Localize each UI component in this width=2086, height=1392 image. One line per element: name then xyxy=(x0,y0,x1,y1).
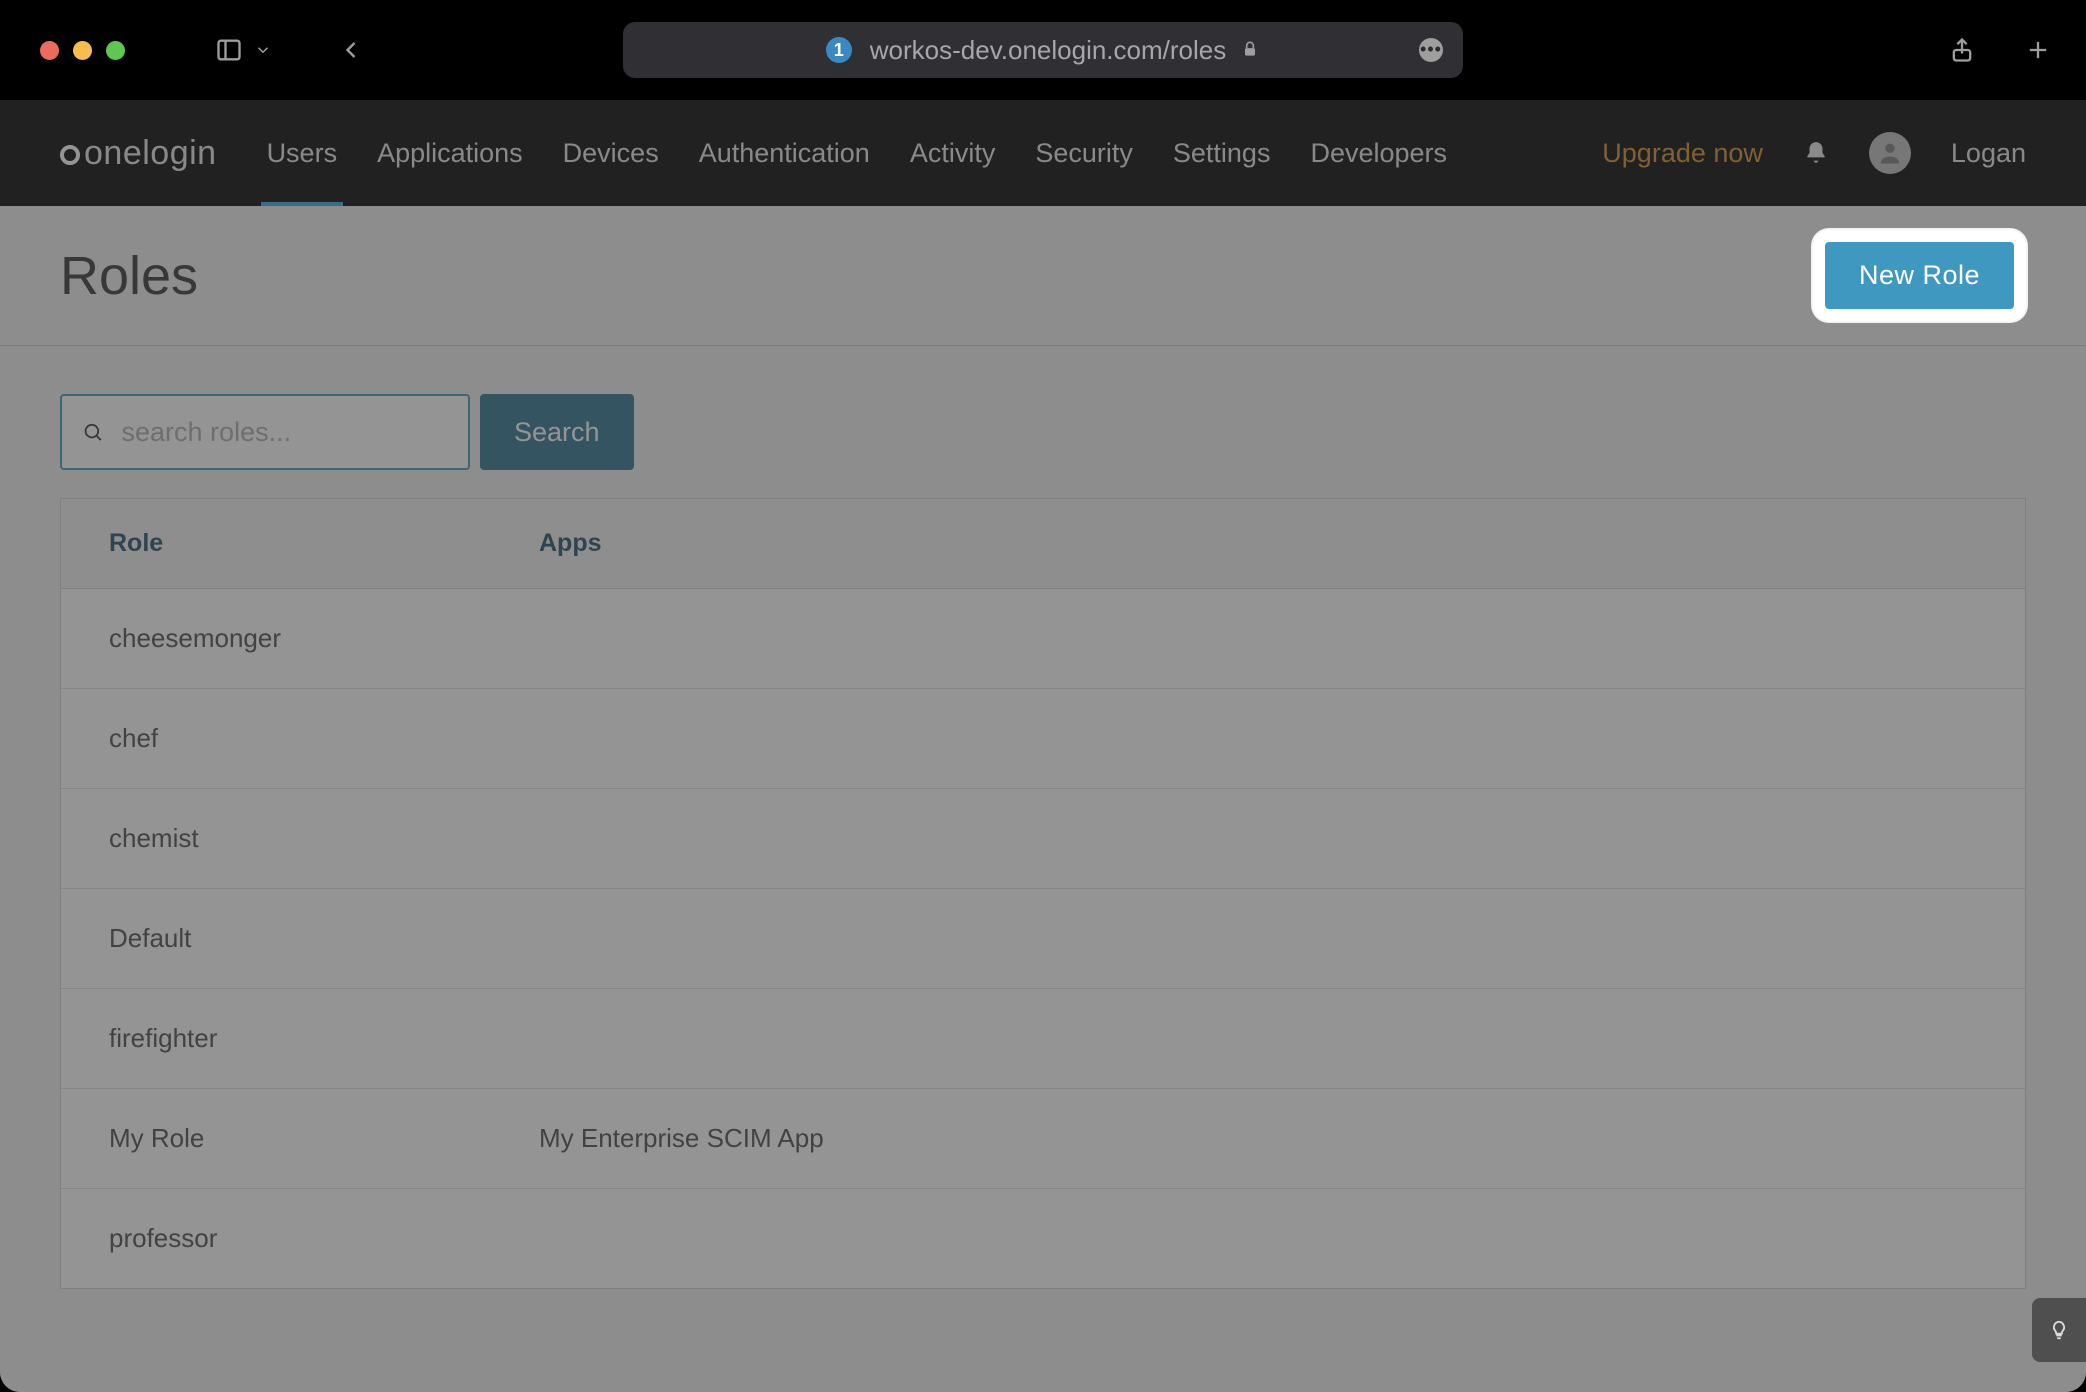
chevron-down-icon[interactable] xyxy=(253,32,273,68)
nav-item-users[interactable]: Users xyxy=(267,100,338,206)
browser-url-text: workos-dev.onelogin.com/roles xyxy=(870,35,1226,66)
notifications-button[interactable] xyxy=(1803,140,1829,166)
page-title: Roles xyxy=(60,245,198,307)
role-cell: professor xyxy=(61,1189,491,1288)
search-row: Search xyxy=(60,394,2026,470)
new-tab-icon[interactable] xyxy=(2020,32,2056,68)
nav-item-devices[interactable]: Devices xyxy=(563,100,659,206)
new-role-button[interactable]: New Role xyxy=(1825,242,2014,309)
nav-item-developers[interactable]: Developers xyxy=(1310,100,1447,206)
top-nav: onelogin Users Applications Devices Authent… xyxy=(0,100,2086,206)
table-header-row: Role Apps xyxy=(61,499,2025,589)
page-header: Roles New Role xyxy=(0,206,2086,346)
role-cell: cheesemonger xyxy=(61,589,491,688)
browser-titlebar: 1 workos-dev.onelogin.com/roles ••• xyxy=(0,0,2086,100)
apps-cell xyxy=(491,889,2025,988)
role-cell: Default xyxy=(61,889,491,988)
bell-icon xyxy=(1803,140,1829,166)
roles-table: Role Apps cheesemongerchefchemistDefault… xyxy=(60,498,2026,1289)
nav-item-authentication[interactable]: Authentication xyxy=(699,100,870,206)
window-controls xyxy=(40,41,125,60)
role-cell: chemist xyxy=(61,789,491,888)
search-icon xyxy=(82,420,104,444)
apps-cell xyxy=(491,689,2025,788)
page-settings-icon[interactable]: ••• xyxy=(1419,38,1443,62)
username-label[interactable]: Logan xyxy=(1951,138,2026,169)
table-row[interactable]: Default xyxy=(61,889,2025,989)
table-row[interactable]: professor xyxy=(61,1189,2025,1288)
role-cell: chef xyxy=(61,689,491,788)
apps-cell: My Enterprise SCIM App xyxy=(491,1089,2025,1188)
upgrade-link[interactable]: Upgrade now xyxy=(1602,138,1763,169)
search-input[interactable] xyxy=(120,416,448,449)
apps-cell xyxy=(491,789,2025,888)
share-icon[interactable] xyxy=(1944,32,1980,68)
sidebar-toggle-icon[interactable] xyxy=(211,32,247,68)
apps-cell xyxy=(491,989,2025,1088)
lock-icon xyxy=(1240,35,1260,66)
tab-count-badge: 1 xyxy=(826,37,852,63)
apps-cell xyxy=(491,589,2025,688)
browser-address-bar[interactable]: 1 workos-dev.onelogin.com/roles ••• xyxy=(623,22,1463,78)
nav-item-applications[interactable]: Applications xyxy=(377,100,523,206)
nav-item-security[interactable]: Security xyxy=(1035,100,1133,206)
table-row[interactable]: chef xyxy=(61,689,2025,789)
window-zoom-button[interactable] xyxy=(106,41,125,60)
help-button[interactable] xyxy=(2032,1298,2086,1362)
role-cell: firefighter xyxy=(61,989,491,1088)
user-icon xyxy=(1876,139,1904,167)
avatar[interactable] xyxy=(1869,132,1911,174)
brand-text: onelogin xyxy=(84,134,217,173)
brand-icon xyxy=(60,145,80,165)
nav-item-activity[interactable]: Activity xyxy=(910,100,996,206)
column-header-role[interactable]: Role xyxy=(61,499,491,588)
table-row[interactable]: chemist xyxy=(61,789,2025,889)
nav-item-settings[interactable]: Settings xyxy=(1173,100,1271,206)
table-row[interactable]: My RoleMy Enterprise SCIM App xyxy=(61,1089,2025,1189)
brand-logo[interactable]: onelogin xyxy=(60,134,217,173)
window-minimize-button[interactable] xyxy=(73,41,92,60)
column-header-apps[interactable]: Apps xyxy=(491,499,2025,588)
lightbulb-icon xyxy=(2048,1319,2070,1341)
apps-cell xyxy=(491,1189,2025,1288)
new-role-highlight: New Role xyxy=(1813,230,2026,321)
role-cell: My Role xyxy=(61,1089,491,1188)
window-close-button[interactable] xyxy=(40,41,59,60)
search-button[interactable]: Search xyxy=(480,394,634,470)
search-input-wrapper xyxy=(60,394,470,470)
table-row[interactable]: cheesemonger xyxy=(61,589,2025,689)
table-row[interactable]: firefighter xyxy=(61,989,2025,1089)
browser-back-button[interactable] xyxy=(333,32,369,68)
